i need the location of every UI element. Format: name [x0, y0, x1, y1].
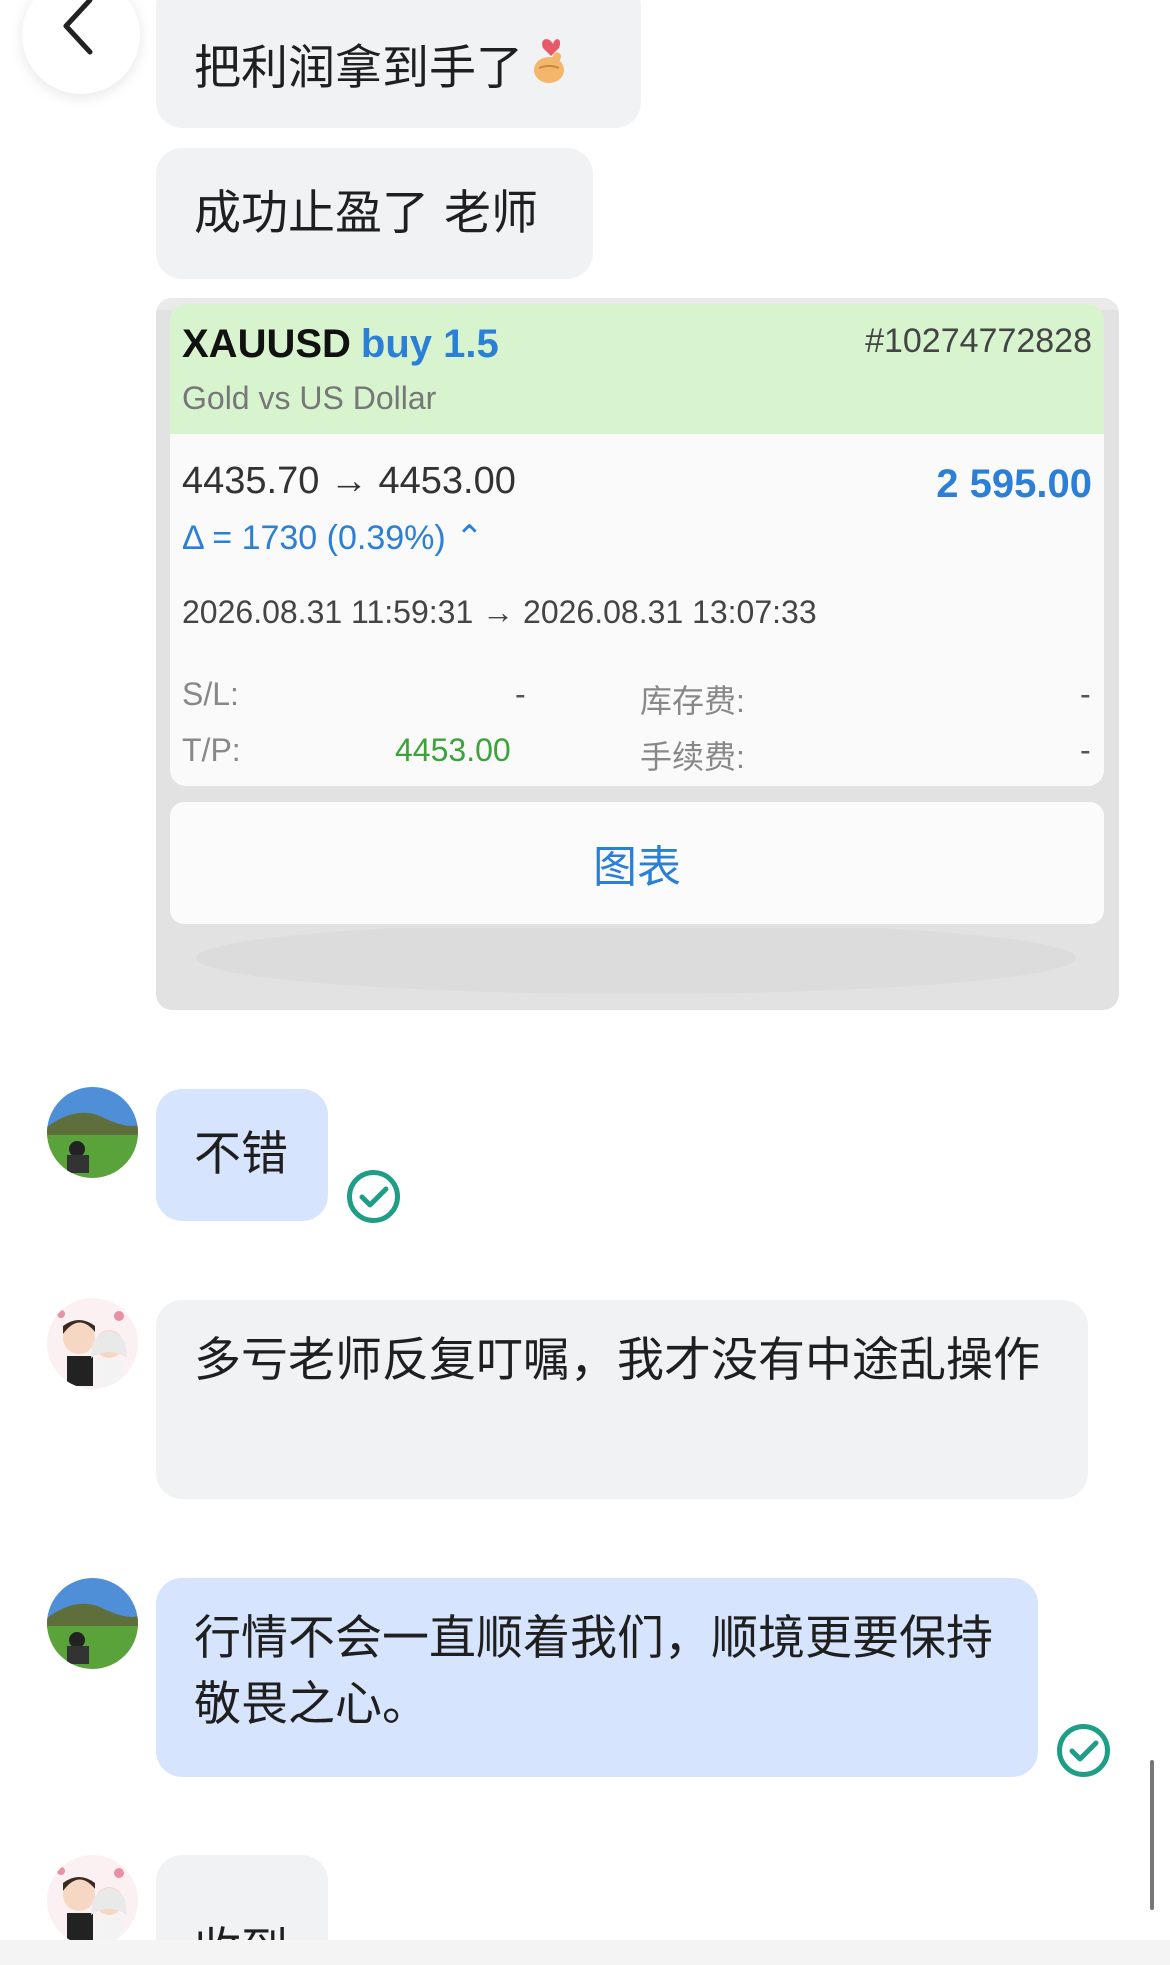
swap-value: -	[1080, 676, 1091, 712]
bottom-fade	[0, 1940, 1170, 1965]
message-text: 成功止盈了 老师	[194, 185, 538, 241]
tp-value: 4453.00	[395, 732, 511, 768]
trade-time-range: 2026.08.31 11:59:31 → 2026.08.31 13:07:3…	[182, 594, 817, 630]
trade-screenshot-image[interactable]: XAUUSD buy 1.5 #10274772828 Gold vs US Do…	[156, 298, 1119, 1010]
avatar[interactable]	[47, 1855, 138, 1946]
blurred-toolbar	[196, 928, 1076, 994]
message-bubble[interactable]: 把利润拿到手了	[156, 0, 641, 128]
trade-description: Gold vs US Dollar	[182, 380, 437, 416]
scrollbar[interactable]	[1150, 1760, 1154, 1910]
message-text: 行情不会一直顺着我们，顺境更要保持敬畏之心。	[194, 1611, 993, 1732]
check-circle-icon	[1057, 1724, 1110, 1777]
commission-value: -	[1080, 732, 1091, 768]
sl-label: S/L:	[182, 676, 239, 712]
message-text: 多亏老师反复叮嘱，我才没有中途乱操作	[194, 1333, 1040, 1388]
trade-price-range: 4435.70 → 4453.00	[182, 460, 516, 502]
trade-ticket: #10274772828	[865, 322, 1092, 360]
chevron-left-icon	[63, 0, 93, 55]
back-button[interactable]	[22, 0, 140, 94]
trade-symbol: XAUUSD buy 1.5	[182, 322, 499, 367]
message-bubble[interactable]: 成功止盈了 老师	[156, 148, 593, 279]
finger-heart-emoji-icon	[529, 34, 573, 104]
message-text: 把利润拿到手了	[194, 41, 523, 96]
message-bubble[interactable]: 行情不会一直顺着我们，顺境更要保持敬畏之心。	[156, 1578, 1038, 1777]
trade-detail-card: XAUUSD buy 1.5 #10274772828 Gold vs US Do…	[170, 304, 1104, 786]
tp-label: T/P:	[182, 732, 241, 768]
trade-side: buy 1.5	[360, 322, 499, 366]
trade-profit: 2 595.00	[936, 462, 1092, 506]
avatar[interactable]	[47, 1578, 138, 1669]
chart-button[interactable]: 图表	[170, 802, 1104, 924]
message-bubble[interactable]: 多亏老师反复叮嘱，我才没有中途乱操作	[156, 1300, 1088, 1499]
sl-value: -	[515, 676, 526, 712]
swap-label: 库存费:	[640, 683, 745, 719]
trade-delta: Δ = 1730 (0.39%) ⌃	[182, 519, 484, 557]
commission-label: 手续费:	[640, 739, 745, 775]
avatar[interactable]	[47, 1298, 138, 1389]
symbol-text: XAUUSD	[182, 322, 351, 366]
message-text: 不错	[194, 1127, 288, 1182]
message-bubble[interactable]: 不错	[156, 1089, 328, 1221]
check-circle-icon	[347, 1170, 400, 1223]
avatar[interactable]	[47, 1087, 138, 1178]
